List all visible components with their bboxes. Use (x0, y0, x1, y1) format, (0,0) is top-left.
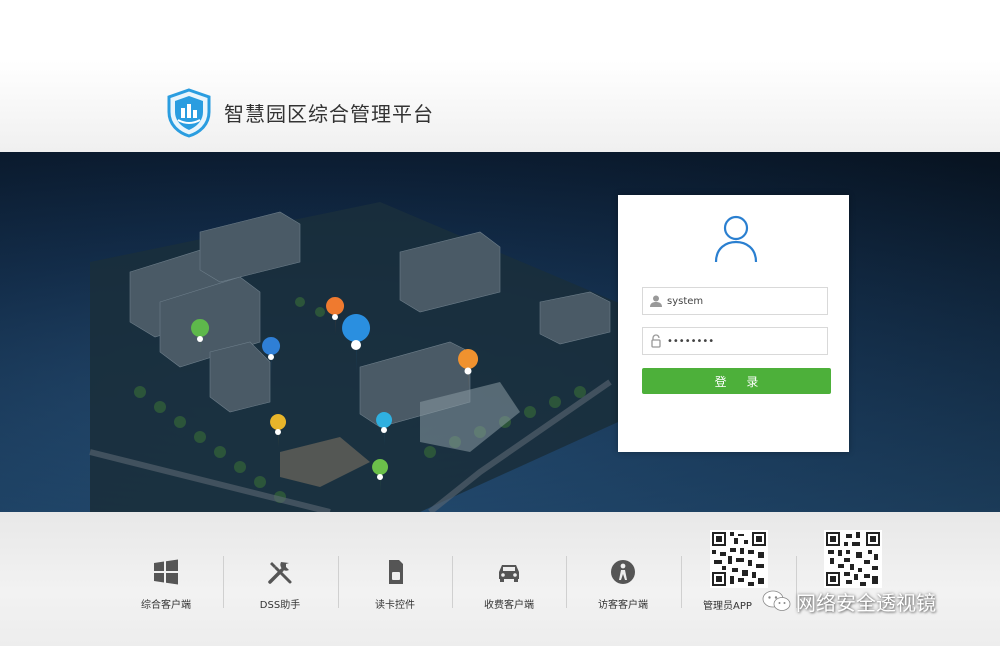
car-icon (499, 565, 519, 582)
password-field[interactable] (642, 327, 828, 355)
wechat-icon (762, 590, 791, 611)
download-dss-assistant[interactable]: DSS助手 (240, 558, 320, 611)
divider (566, 556, 567, 608)
tool-label: DSS助手 (259, 600, 301, 611)
visitor-icon (611, 560, 635, 584)
user-icon (650, 295, 662, 307)
qr-label: 管理员APP (703, 601, 752, 612)
divider (223, 556, 224, 608)
page-title: 智慧园区综合管理平台 (224, 102, 434, 126)
password-input[interactable] (667, 331, 822, 351)
watermark: 网络安全透视镜 (762, 588, 936, 615)
download-desktop-client[interactable]: 综合客户端 (126, 558, 206, 611)
download-toll-client[interactable]: 收费客户端 (469, 558, 549, 611)
hero-banner (0, 152, 1000, 512)
lock-icon (651, 334, 661, 348)
sim-card-icon (389, 560, 403, 584)
admin-app-qr-code[interactable] (710, 530, 768, 588)
tools-icon (268, 562, 292, 584)
tool-label: 访客客户端 (598, 600, 648, 611)
divider (452, 556, 453, 608)
shield-building-icon (167, 88, 211, 138)
username-field[interactable] (642, 287, 828, 315)
tool-label: 读卡控件 (375, 600, 415, 611)
tool-label: 收费客户端 (484, 600, 534, 611)
download-visitor-client[interactable]: 访客客户端 (583, 558, 663, 611)
divider (338, 556, 339, 608)
watermark-text: 网络安全透视镜 (796, 590, 936, 615)
app-qr-code[interactable] (824, 530, 882, 588)
windows-icon (154, 559, 178, 585)
user-avatar-icon (714, 215, 758, 263)
download-card-reader-plugin[interactable]: 读卡控件 (355, 558, 435, 611)
header: 智慧园区综合管理平台 (0, 0, 1000, 152)
login-button[interactable]: 登 录 (642, 368, 831, 394)
username-input[interactable] (667, 291, 822, 311)
tool-label: 综合客户端 (141, 600, 191, 611)
campus-map-illustration (0, 152, 1000, 512)
divider (681, 556, 682, 608)
